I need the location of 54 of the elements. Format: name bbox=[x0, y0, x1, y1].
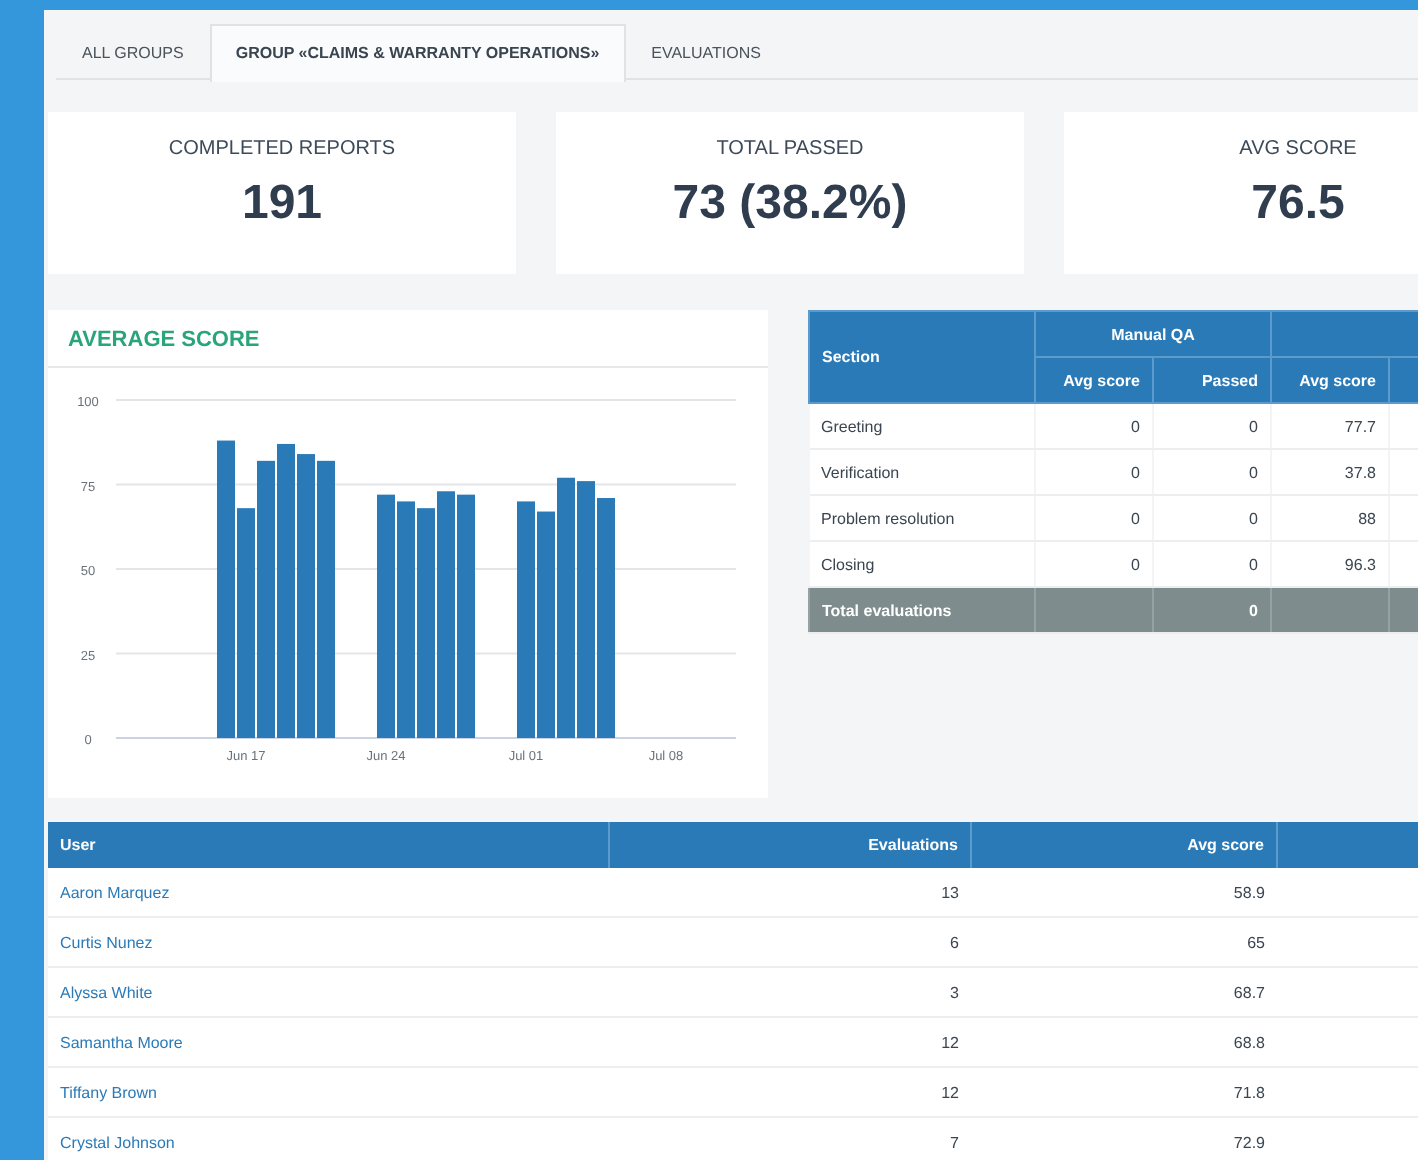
column-header: Avg score bbox=[1271, 357, 1389, 403]
table-cell: 0 bbox=[1153, 587, 1271, 633]
table-cell: 0 bbox=[1035, 495, 1153, 541]
column-header: Section bbox=[809, 311, 1035, 403]
table-cell: 3 bbox=[609, 967, 971, 1017]
user-link[interactable]: Alyssa White bbox=[60, 983, 153, 1001]
stat-value: 73 (38.2%) bbox=[672, 176, 908, 232]
tab[interactable]: GROUP «CLAIMS & WARRANTY OPERATIONS» bbox=[209, 24, 626, 82]
table-cell: 37.8 bbox=[1271, 449, 1389, 495]
chart-title: AVERAGE SCORE bbox=[48, 310, 768, 368]
tab[interactable]: ALL GROUPS bbox=[56, 24, 210, 78]
column-header: Avg score bbox=[1035, 357, 1153, 403]
column-header: User bbox=[48, 822, 609, 868]
table-cell: 0 bbox=[1153, 403, 1271, 449]
table-cell: 68.7 bbox=[971, 967, 1277, 1017]
table-cell: 6 bbox=[609, 917, 971, 967]
table-cell: 71.8 bbox=[971, 1067, 1277, 1117]
table-cell: 88 bbox=[1271, 495, 1389, 541]
tab[interactable]: EVALUATIONS bbox=[625, 24, 787, 78]
table-cell: 58.9 bbox=[971, 868, 1277, 917]
user-link[interactable]: Crystal Johnson bbox=[60, 1133, 175, 1151]
stat-value: 191 bbox=[241, 176, 323, 232]
table-cell: 0 bbox=[1035, 541, 1153, 587]
user-link[interactable]: Tiffany Brown bbox=[60, 1083, 157, 1101]
table-cell: 0 bbox=[1153, 495, 1271, 541]
table-cell: 12 bbox=[609, 1067, 971, 1117]
table-cell: 65 bbox=[971, 917, 1277, 967]
stat-value: 76.5 bbox=[1251, 176, 1345, 232]
user-link[interactable]: Samantha Moore bbox=[60, 1033, 183, 1051]
table-cell: 12 bbox=[609, 1017, 971, 1067]
table-cell: 96.3 bbox=[1271, 541, 1389, 587]
table-cell: Total evaluations bbox=[809, 587, 1035, 633]
table-cell: Greeting bbox=[809, 403, 1035, 449]
stat-label: AVG SCORE bbox=[1239, 138, 1357, 160]
column-header: Manual QA bbox=[1035, 311, 1271, 357]
table-cell: 0 bbox=[1153, 541, 1271, 587]
column-header: Evaluations bbox=[609, 822, 971, 868]
table-cell: 72.9 bbox=[971, 1117, 1277, 1160]
table-cell: Closing bbox=[809, 541, 1035, 587]
stat-label: COMPLETED REPORTS bbox=[168, 138, 396, 160]
table-cell: 0 bbox=[1035, 449, 1153, 495]
table-cell: Problem resolution bbox=[809, 495, 1035, 541]
stat-label: TOTAL PASSED bbox=[716, 138, 864, 160]
table-cell: 77.7 bbox=[1271, 403, 1389, 449]
user-link[interactable]: Curtis Nunez bbox=[60, 933, 153, 951]
table-cell: Verification bbox=[809, 449, 1035, 495]
user-link[interactable]: Aaron Marquez bbox=[60, 883, 170, 901]
table-cell: 68.8 bbox=[971, 1017, 1277, 1067]
table-cell: 13 bbox=[609, 868, 971, 917]
column-header: Avg score bbox=[971, 822, 1277, 868]
table-cell: 7 bbox=[609, 1117, 971, 1160]
column-header: Passed bbox=[1153, 357, 1271, 403]
table-cell: 0 bbox=[1035, 403, 1153, 449]
table-cell: 0 bbox=[1153, 449, 1271, 495]
